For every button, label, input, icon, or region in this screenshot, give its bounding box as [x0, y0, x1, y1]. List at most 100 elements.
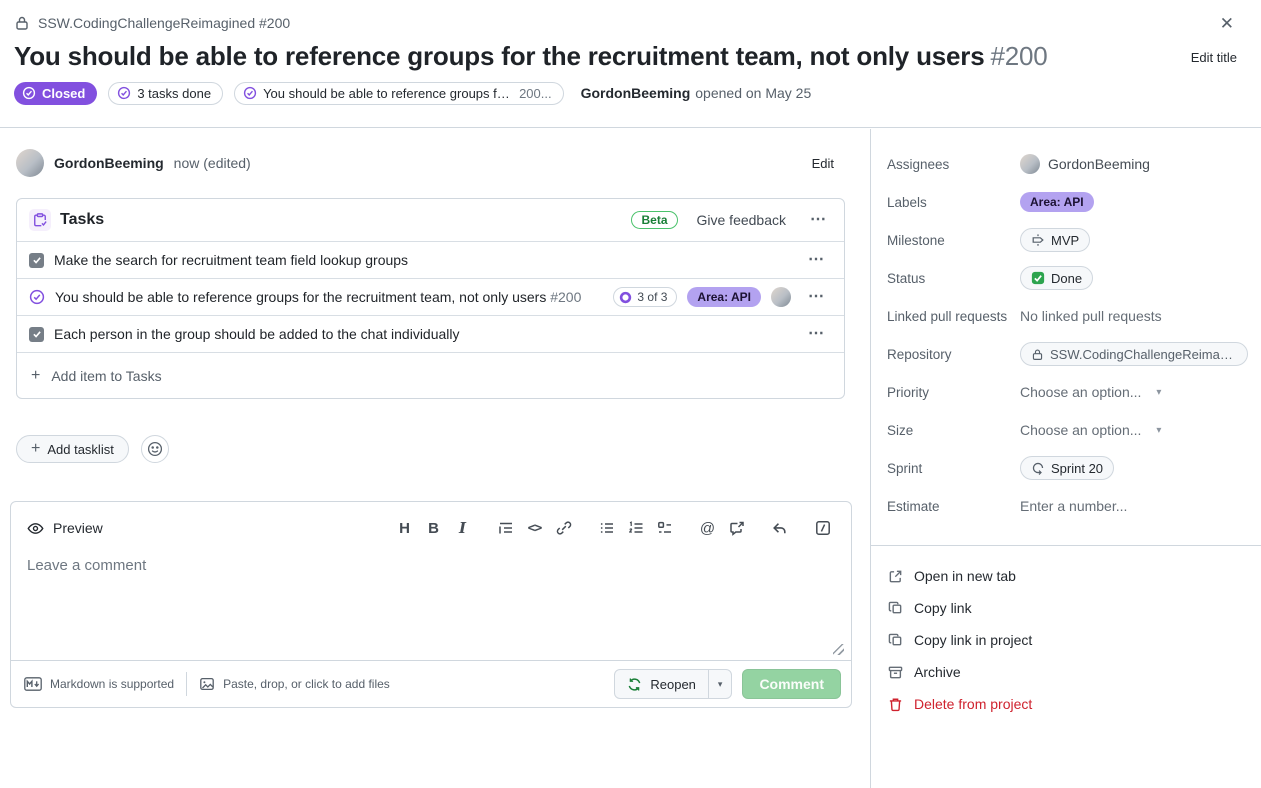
unordered-list-icon[interactable] [592, 515, 621, 541]
field-labels[interactable]: Labels Area: API [871, 183, 1261, 221]
saved-replies-icon[interactable] [765, 515, 794, 541]
slash-commands-icon[interactable] [808, 515, 837, 541]
issue-closed-icon [29, 289, 45, 305]
tasklist-header: Tasks Beta Give feedback ⋯ [17, 199, 844, 241]
close-icon[interactable]: ✕ [1216, 13, 1238, 34]
task-item-3: Each person in the group should be added… [17, 315, 844, 352]
comment-input[interactable] [27, 557, 835, 651]
heading-icon[interactable]: H [390, 515, 419, 541]
tracked-issue-number: 200... [519, 86, 552, 101]
priority-select[interactable]: Choose an option... [1020, 384, 1141, 400]
field-status[interactable]: Status Done [871, 259, 1261, 297]
tracked-by-pill[interactable]: You should be able to reference groups f… [234, 82, 564, 105]
copy-icon [888, 601, 903, 616]
chevron-down-icon: ▾ [1156, 387, 1161, 398]
code-icon[interactable]: <> [520, 515, 549, 541]
task-issue-link[interactable]: You should be able to reference groups f… [55, 289, 581, 305]
field-repository[interactable]: Repository SSW.CodingChallengeReimagined [871, 335, 1261, 373]
markdown-supported-note[interactable]: Markdown is supported [24, 677, 174, 691]
milestone-pill[interactable]: MVP [1020, 228, 1090, 252]
menu-item-open-in-new-tab[interactable]: Open in new tab [871, 560, 1261, 592]
task-checkbox-checked[interactable] [29, 253, 44, 268]
link-icon[interactable] [549, 515, 578, 541]
italic-icon[interactable]: I [448, 515, 477, 541]
page-title: You should be able to reference groups f… [14, 40, 1048, 73]
give-feedback-link[interactable]: Give feedback [697, 212, 787, 228]
issue-panel-header: SSW.CodingChallengeReimagined #200 ✕ You… [0, 0, 1261, 128]
label-badge[interactable]: Area: API [1020, 192, 1094, 212]
field-sprint[interactable]: Sprint Sprint 20 [871, 449, 1261, 487]
field-assignees[interactable]: Assignees GordonBeeming [871, 145, 1261, 183]
resize-handle[interactable] [833, 644, 844, 655]
assignee-name[interactable]: GordonBeeming [1048, 156, 1150, 172]
avatar[interactable] [16, 149, 44, 177]
comment-timestamp: now (edited) [174, 155, 251, 171]
estimate-input[interactable]: Enter a number... [1020, 498, 1127, 514]
comment-composer: Preview H B I <> [10, 501, 852, 708]
task-row-menu-icon[interactable]: ⋯ [801, 326, 832, 342]
tasklist-card: Tasks Beta Give feedback ⋯ Make the sear… [16, 198, 845, 399]
comment-submit-button[interactable]: Comment [742, 669, 841, 699]
menu-item-archive[interactable]: Archive [871, 656, 1261, 688]
reopen-button[interactable]: Reopen [615, 670, 708, 698]
progress-ring-icon [619, 291, 632, 304]
emoji-reaction-button[interactable] [141, 435, 169, 463]
markdown-toolbar: H B I <> @ [390, 515, 837, 541]
avatar[interactable] [771, 287, 791, 307]
cross-reference-icon[interactable] [722, 515, 751, 541]
beta-badge: Beta [631, 211, 677, 229]
tasklist-toolbar-icon[interactable] [650, 515, 679, 541]
comment-author[interactable]: GordonBeeming [54, 155, 164, 171]
add-tasklist-button[interactable]: + Add tasklist [16, 435, 129, 463]
lock-icon [14, 15, 30, 31]
edit-title-button[interactable]: Edit title [1191, 40, 1237, 65]
menu-item-copy-link-in-project[interactable]: Copy link in project [871, 624, 1261, 656]
issue-number: #200 [990, 41, 1047, 71]
check-circle-icon [22, 86, 36, 100]
breadcrumb: SSW.CodingChallengeReimagined #200 [14, 15, 1237, 31]
tasklist-menu-icon[interactable]: ⋯ [803, 212, 834, 228]
field-milestone[interactable]: Milestone MVP [871, 221, 1261, 259]
status-pill[interactable]: Done [1020, 266, 1093, 290]
linked-pr-empty: No linked pull requests [1020, 308, 1162, 324]
plus-icon: + [31, 368, 40, 384]
menu-item-copy-link[interactable]: Copy link [871, 592, 1261, 624]
tasks-done-badge[interactable]: 3 tasks done [108, 82, 223, 105]
tab-preview[interactable]: Preview [27, 520, 103, 537]
quote-icon[interactable] [491, 515, 520, 541]
task-progress-pill[interactable]: 3 of 3 [613, 287, 677, 307]
task-row-menu-icon[interactable]: ⋯ [801, 289, 832, 305]
comment-edit-button[interactable]: Edit [812, 156, 834, 171]
external-link-icon [888, 569, 903, 584]
author-link[interactable]: GordonBeeming [581, 85, 691, 101]
task-checkbox-checked[interactable] [29, 327, 44, 342]
size-select[interactable]: Choose an option... [1020, 422, 1141, 438]
attach-files-button[interactable]: Paste, drop, or click to add files [199, 676, 390, 692]
repository-pill[interactable]: SSW.CodingChallengeReimagined [1020, 342, 1248, 366]
mention-icon[interactable]: @ [693, 515, 722, 541]
field-estimate[interactable]: Estimate Enter a number... [871, 487, 1261, 525]
reopen-dropdown-button[interactable]: ▾ [708, 670, 732, 698]
sprint-pill[interactable]: Sprint 20 [1020, 456, 1114, 480]
field-linked-pull-requests[interactable]: Linked pull requests No linked pull requ… [871, 297, 1261, 335]
check-circle-icon [243, 86, 257, 100]
label-badge[interactable]: Area: API [687, 287, 761, 307]
eye-icon [27, 520, 44, 537]
issue-reopened-icon [627, 677, 642, 692]
add-item-to-tasks-button[interactable]: + Add item to Tasks [17, 352, 844, 398]
ordered-list-icon[interactable] [621, 515, 650, 541]
task-text: Make the search for recruitment team fie… [54, 252, 408, 268]
field-size[interactable]: Size Choose an option... ▾ [871, 411, 1261, 449]
trash-icon [888, 697, 903, 712]
plus-icon: + [31, 441, 40, 457]
milestone-icon [1031, 233, 1045, 247]
menu-item-delete-from-project[interactable]: Delete from project [871, 688, 1261, 720]
check-circle-icon [117, 86, 131, 100]
task-issue-number: #200 [550, 289, 581, 305]
field-priority[interactable]: Priority Choose an option... ▾ [871, 373, 1261, 411]
breadcrumb-text: SSW.CodingChallengeReimagined #200 [38, 15, 290, 31]
bold-icon[interactable]: B [419, 515, 448, 541]
task-row-menu-icon[interactable]: ⋯ [801, 252, 832, 268]
closed-status-badge: Closed [14, 82, 97, 105]
avatar [1020, 154, 1040, 174]
